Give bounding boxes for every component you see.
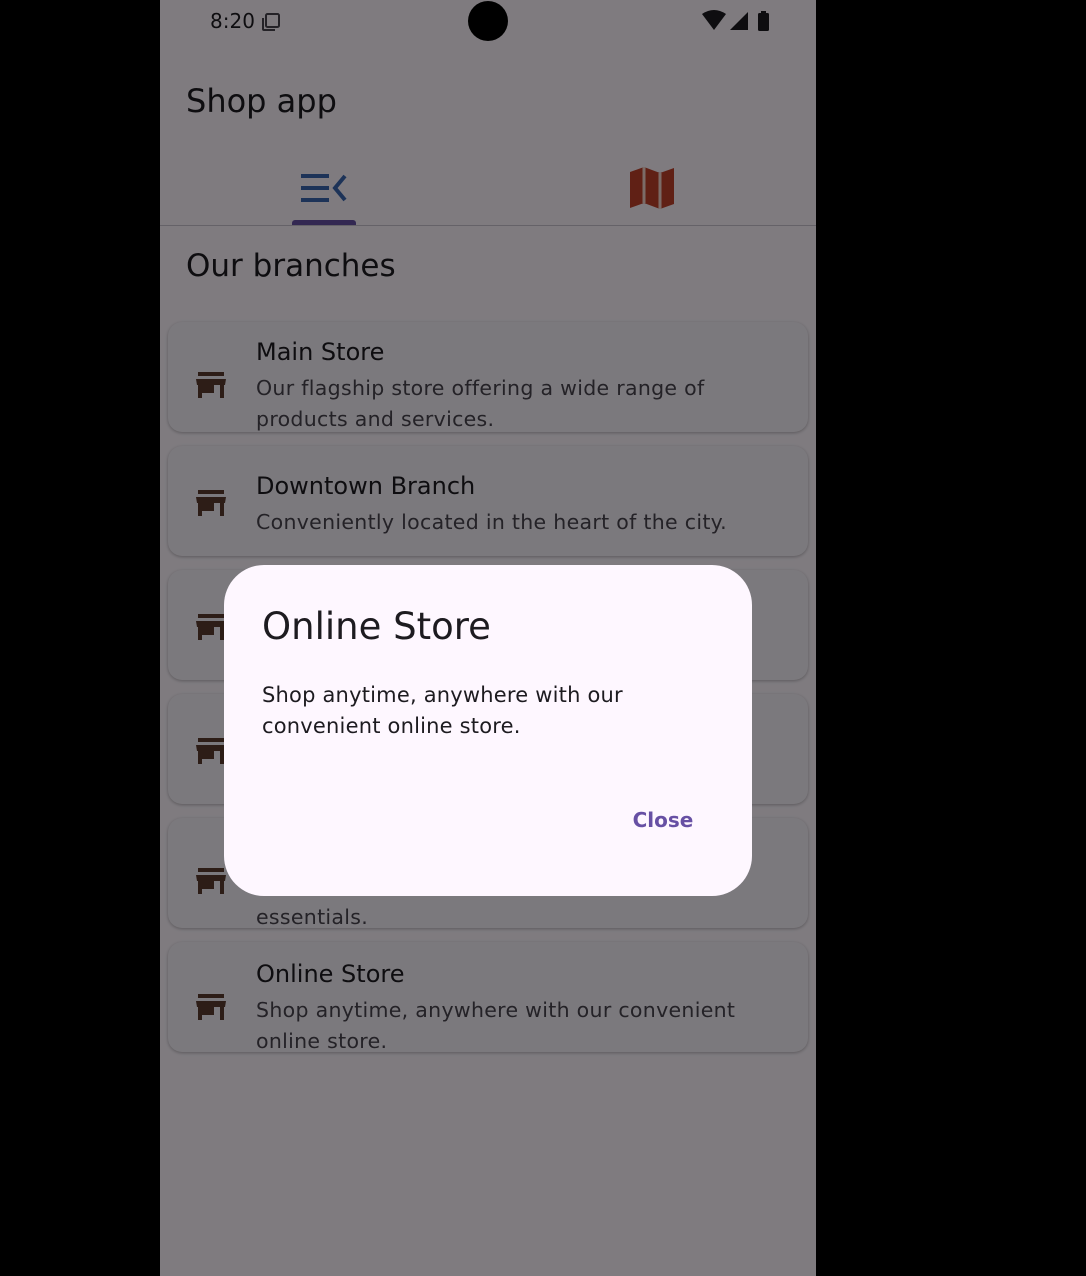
dialog-title: Online Store <box>262 605 491 648</box>
store-dialog: Online Store Shop anytime, anywhere with… <box>224 565 752 896</box>
dialog-body: Shop anytime, anywhere with our convenie… <box>262 683 623 738</box>
close-button[interactable]: Close <box>616 798 710 842</box>
